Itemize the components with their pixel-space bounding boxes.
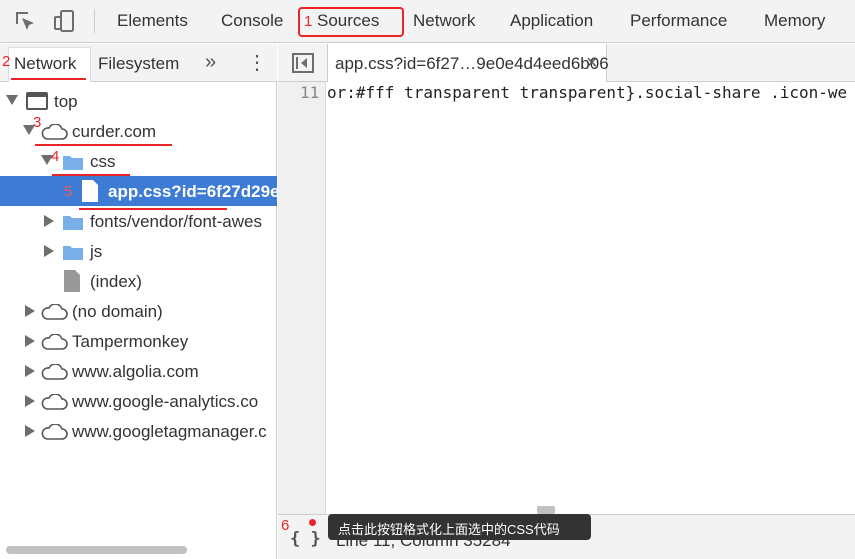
frame-icon [26, 92, 48, 110]
tree-item-tampermonkey[interactable]: Tampermonkey [0, 326, 277, 356]
tab-application[interactable]: Application [510, 11, 593, 31]
tree-item-label: fonts/vendor/font-awes [90, 212, 262, 231]
tab-memory[interactable]: Memory [764, 11, 825, 31]
file-tab-app-css[interactable]: app.css?id=6f27…9e0e4d4eed6b06 × [327, 44, 609, 82]
tab-network[interactable]: Network [413, 11, 475, 31]
folder-icon [63, 246, 83, 260]
tab-navigator-network-active[interactable]: Network [14, 54, 76, 74]
tree-item-google-analytics[interactable]: www.google-analytics.co [0, 386, 277, 416]
collapse-arrow-icon[interactable] [25, 395, 35, 407]
toolbar-divider [94, 9, 95, 33]
annotation-number: 1 [304, 13, 313, 30]
annotation-underline [11, 78, 86, 80]
toggle-navigator-icon[interactable] [292, 53, 314, 73]
tree-item-app-css[interactable]: app.css?id=6f27d29e [0, 176, 277, 206]
collapse-arrow-icon[interactable] [44, 215, 54, 227]
tree-item-label: (no domain) [72, 302, 163, 321]
cloud-icon [41, 304, 68, 320]
tab-performance[interactable]: Performance [630, 11, 727, 31]
tree-item-label: Tampermonkey [72, 332, 189, 351]
device-toolbar-icon[interactable] [52, 9, 76, 33]
collapse-arrow-icon[interactable] [44, 245, 54, 257]
tree-item-googletagmanager[interactable]: www.googletagmanager.c [0, 416, 277, 446]
pretty-print-button[interactable]: { } [290, 529, 321, 549]
tree-item-index[interactable]: (index) [0, 266, 277, 296]
annotation-number: 4 [51, 148, 60, 165]
collapse-arrow-icon[interactable] [25, 365, 35, 377]
tree-item-algolia[interactable]: www.algolia.com [0, 356, 277, 386]
tab-navigator-filesystem[interactable]: Filesystem [98, 54, 179, 74]
cloud-icon [41, 124, 68, 140]
tree-item-css[interactable]: css [0, 146, 277, 176]
annotation-number: 6 [281, 517, 290, 534]
tree-item-label: www.algolia.com [72, 362, 199, 381]
folder-icon [63, 216, 83, 230]
menu-icon[interactable]: ⋮ [247, 50, 267, 75]
tree-item-curder[interactable]: curder.com [0, 116, 277, 146]
code-line: or:#fff transparent transparent}.social-… [327, 83, 848, 102]
file-tab-label: app.css?id=6f27…9e0e4d4eed6b06 [335, 54, 609, 73]
tree-item-label: www.google-analytics.co [72, 392, 259, 411]
expand-arrow-icon[interactable] [6, 95, 18, 105]
line-number: 11 [300, 83, 320, 102]
tree-item-fonts[interactable]: fonts/vendor/font-awes [0, 206, 277, 236]
annotation-number: 2 [2, 53, 11, 70]
more-tabs-icon[interactable]: » [205, 51, 216, 74]
tab-console[interactable]: Console [221, 11, 283, 31]
line-number-gutter [278, 82, 326, 514]
tree-item-js[interactable]: js [0, 236, 277, 266]
devtools-toolbar: Elements Console Sources Network Applica… [0, 0, 855, 43]
file-icon [82, 180, 98, 202]
format-tooltip: 点击此按钮格式化上面选中的CSS代码 [328, 514, 591, 540]
annotation-number: 3 [33, 114, 42, 131]
cloud-icon [41, 394, 68, 410]
tree-item-top[interactable]: top [0, 86, 277, 116]
inspect-element-icon[interactable] [13, 9, 37, 33]
close-tab-icon[interactable]: × [586, 52, 598, 75]
collapse-arrow-icon[interactable] [25, 425, 35, 437]
annotation-dot [309, 519, 316, 526]
tree-item-label: top [54, 92, 78, 111]
collapse-arrow-icon[interactable] [25, 335, 35, 347]
tree-item-no-domain[interactable]: (no domain) [0, 296, 277, 326]
annotation-box-sources [298, 7, 404, 37]
document-icon [64, 270, 80, 292]
navigator-horizontal-scrollbar[interactable] [6, 546, 187, 554]
tree-item-label: (index) [90, 272, 142, 291]
tree-item-label: www.googletagmanager.c [72, 422, 267, 441]
cloud-icon [41, 334, 68, 350]
cloud-icon [41, 424, 68, 440]
tree-item-label: js [90, 242, 103, 261]
code-line-container[interactable]: or:#fff transparent transparent}.social-… [327, 82, 855, 106]
cloud-icon [41, 364, 68, 380]
folder-icon [63, 156, 83, 170]
editor-tabbar: app.css?id=6f27…9e0e4d4eed6b06 × [278, 44, 855, 82]
tree-item-label: app.css?id=6f27d29e [108, 182, 277, 201]
editor-scrollbar-thumb[interactable] [537, 506, 555, 514]
tree-item-label: css [90, 152, 116, 171]
tree-item-label: curder.com [72, 122, 157, 141]
tab-elements[interactable]: Elements [117, 11, 188, 31]
annotation-number: 5 [64, 183, 73, 200]
collapse-arrow-icon[interactable] [25, 305, 35, 317]
